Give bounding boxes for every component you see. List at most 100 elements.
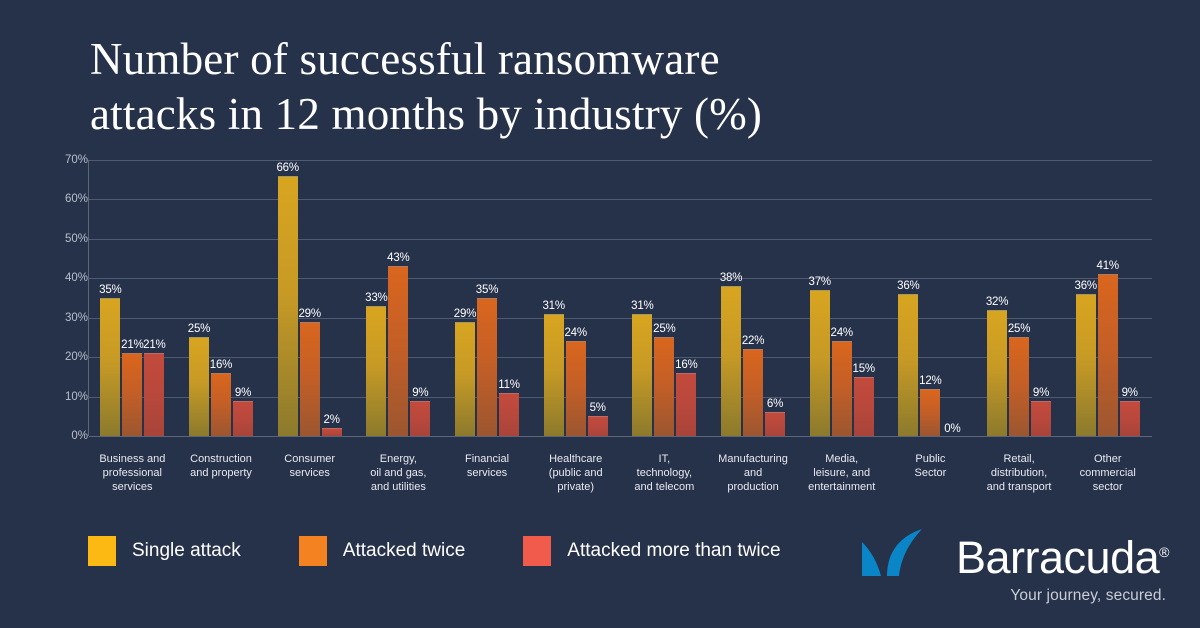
bar[interactable]: 24%: [564, 327, 587, 436]
bar-slot: 9%: [410, 160, 431, 436]
bar-value-label: 41%: [1096, 260, 1120, 273]
bar[interactable]: 15%: [852, 363, 875, 436]
bar[interactable]: 37%: [808, 276, 831, 436]
bar-slot: 22%: [742, 160, 764, 436]
x-axis-category-label: Business and professional services: [99, 453, 166, 494]
legend-item[interactable]: Single attack: [88, 536, 241, 566]
bar[interactable]: 41%: [1097, 260, 1119, 436]
bar[interactable]: 22%: [742, 335, 764, 436]
bar-slot: 9%: [1031, 160, 1052, 436]
bar-value-label: 35%: [99, 284, 122, 296]
bar-slot: 25%: [188, 160, 210, 436]
x-axis-category-label: Public Sector: [914, 453, 947, 480]
legend-item[interactable]: Attacked more than twice: [523, 536, 781, 566]
bar[interactable]: 29%: [298, 308, 321, 436]
bar-value-label: 31%: [542, 299, 565, 312]
bar-value-label: 16%: [209, 358, 233, 371]
bar-value-label: 6%: [766, 398, 784, 411]
bar-slot: 29%: [298, 160, 321, 436]
bar-group: 32% 25% 9%: [975, 160, 1064, 436]
bar[interactable]: 29%: [454, 308, 476, 436]
axis-baseline: [89, 436, 1152, 437]
x-axis-category-label: Other commercial sector: [1079, 453, 1136, 494]
bar[interactable]: 31%: [542, 300, 565, 436]
bar[interactable]: 38%: [720, 272, 742, 436]
bar-value-label: 24%: [564, 327, 587, 340]
x-axis-category-label: Financial services: [465, 453, 510, 480]
legend-color-swatch: [523, 536, 552, 566]
y-axis-tick-label: 70%: [64, 154, 88, 166]
chart-legend: Single attack Attacked twice Attacked more…: [88, 536, 839, 566]
x-axis-category-label: Energy, oil and gas, and utilities: [370, 453, 427, 494]
infographic-root: Number of successful ransomware attacks …: [0, 0, 1200, 628]
bar[interactable]: 33%: [365, 292, 388, 436]
bar[interactable]: 9%: [1031, 387, 1052, 436]
legend-label: Attacked twice: [342, 540, 466, 561]
bar-slot: 25%: [1008, 160, 1030, 436]
bar-group: 36% 41% 9%: [1063, 160, 1152, 436]
bar-value-label: 9%: [1121, 386, 1138, 399]
bar[interactable]: 24%: [830, 327, 853, 436]
bar-slot: 2%: [321, 160, 342, 436]
registered-trademark-icon: ®: [1159, 544, 1169, 561]
bar[interactable]: 9%: [1119, 387, 1140, 436]
y-axis-tick-label: 40%: [64, 272, 88, 285]
legend-item[interactable]: Attacked twice: [298, 536, 466, 566]
bar-value-label: 33%: [365, 291, 388, 304]
x-axis-category-label: Manufacturing and production: [718, 453, 788, 494]
bar-value-label: 43%: [387, 252, 410, 265]
bar-slot: 21%: [121, 160, 144, 436]
barracuda-logo: Barracuda® Your journey, secured.: [860, 528, 1170, 608]
bar-slot: 16%: [675, 160, 698, 436]
bar-value-label: 9%: [1032, 386, 1050, 399]
y-axis-tick-label: 20%: [64, 351, 88, 364]
bar-slot: 11%: [498, 160, 520, 436]
bar[interactable]: 25%: [653, 323, 676, 436]
bar[interactable]: 16%: [675, 359, 698, 436]
bar[interactable]: 2%: [321, 414, 342, 436]
y-axis-tick-label: 10%: [64, 390, 88, 403]
bar[interactable]: 31%: [631, 300, 654, 436]
bar-value-label: 9%: [412, 386, 429, 399]
bar-value-label: 36%: [897, 280, 920, 293]
bar[interactable]: 25%: [188, 323, 210, 436]
bar[interactable]: 11%: [498, 379, 520, 436]
bar-value-label: 29%: [453, 307, 477, 320]
bar-value-label: 25%: [653, 323, 676, 336]
bar[interactable]: 6%: [765, 398, 786, 436]
bar[interactable]: 9%: [410, 387, 431, 436]
bar-value-label: 35%: [475, 284, 499, 296]
bar[interactable]: 25%: [1008, 323, 1030, 436]
bar[interactable]: 5%: [587, 402, 608, 436]
bar-slot: 16%: [210, 160, 232, 436]
bar[interactable]: 21%: [121, 339, 144, 436]
legend-color-swatch: [298, 536, 327, 566]
bar[interactable]: 36%: [1075, 280, 1097, 436]
bar-value-label: 25%: [187, 323, 211, 336]
y-axis: 0% 10% 20% 30% 40% 50% 60% 70%: [40, 154, 88, 442]
y-axis-tick-label: 50%: [64, 232, 88, 245]
bar-value-label: 0%: [944, 423, 961, 435]
bar[interactable]: 43%: [387, 252, 410, 436]
x-axis-category-label: Retail, distribution, and transport: [986, 453, 1052, 494]
bar-slot: 66%: [276, 160, 299, 436]
bar-slot: 12%: [919, 160, 942, 436]
chart-plot-area: 0% 10% 20% 30% 40% 50% 60% 70% 35% 21% 21% 25% 16% 9…: [40, 154, 1160, 460]
y-axis-tick-label: 60%: [64, 193, 88, 206]
bar-value-label: 22%: [741, 335, 765, 348]
bar[interactable]: 35%: [99, 284, 122, 436]
bar[interactable]: 66%: [276, 162, 299, 436]
bar-groups: 35% 21% 21% 25% 16% 9% 66% 29% 2% 33% 43% 9% 29% 35% 1…: [88, 160, 1152, 436]
x-axis-labels: Business and professional services Constr…: [88, 452, 1152, 494]
bar-slot: 35%: [476, 160, 498, 436]
bar-slot: 31%: [542, 160, 565, 436]
bar[interactable]: 35%: [476, 284, 498, 436]
bar[interactable]: 16%: [210, 359, 232, 436]
bar[interactable]: 12%: [919, 375, 942, 436]
bar[interactable]: 21%: [143, 339, 166, 436]
bar[interactable]: 32%: [986, 296, 1008, 436]
bar[interactable]: 36%: [897, 280, 920, 436]
bar-slot: 29%: [454, 160, 476, 436]
bar-slot: 9%: [1119, 160, 1140, 436]
bar[interactable]: 9%: [233, 387, 253, 436]
